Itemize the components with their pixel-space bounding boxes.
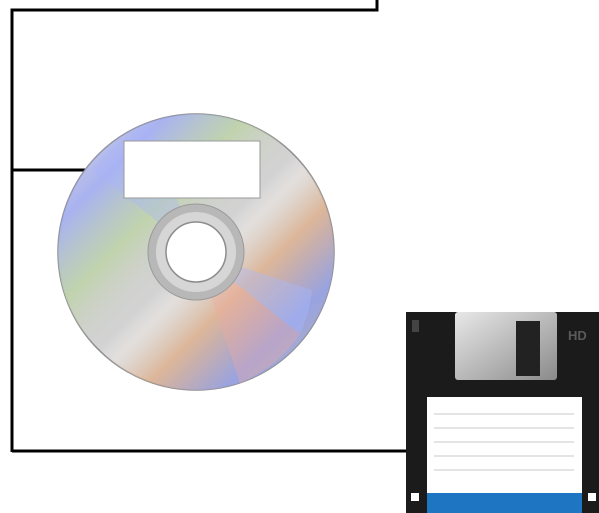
floppy-blue-stripe	[427, 493, 582, 513]
floppy-disk-icon: HD	[406, 312, 599, 513]
diagram-canvas: HD	[10, 0, 599, 513]
floppy-label	[427, 397, 582, 493]
floppy-notch-right	[588, 493, 596, 501]
floppy-notch-left	[411, 493, 419, 501]
floppy-hd-mark: HD	[568, 328, 587, 343]
floppy-write-protect	[412, 320, 419, 332]
cd-label-box	[123, 140, 261, 199]
floppy-shutter	[455, 312, 557, 380]
